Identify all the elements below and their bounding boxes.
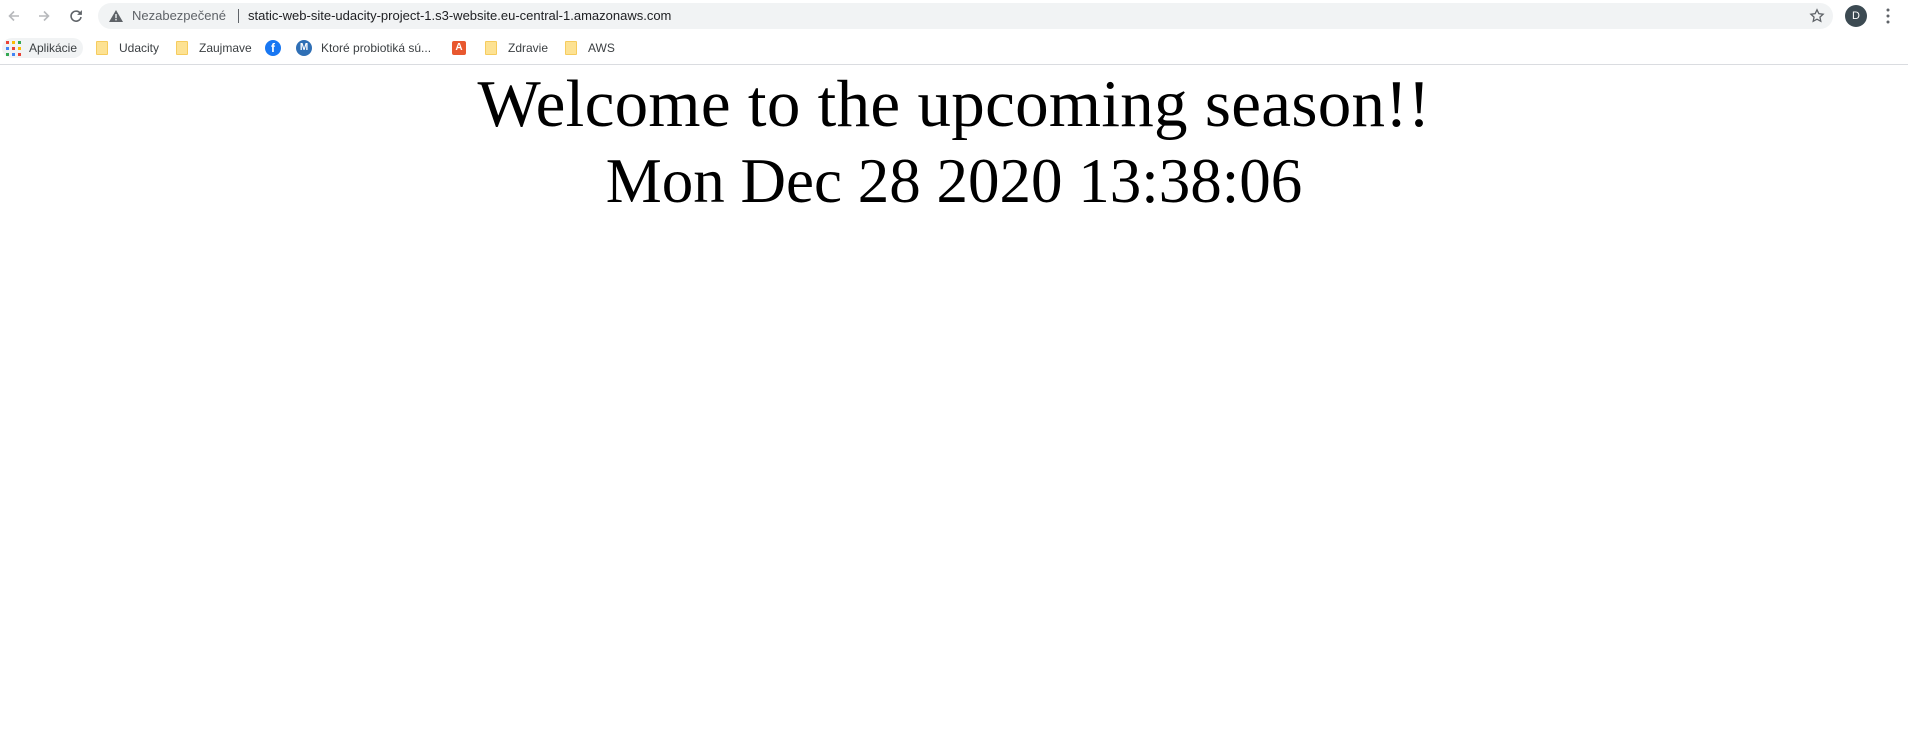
bookmark-apps[interactable]: Aplikácie <box>2 38 84 58</box>
profile-avatar[interactable]: D <box>1845 5 1867 27</box>
a-site-icon: A <box>452 41 466 55</box>
bookmark-label: AWS <box>588 41 615 55</box>
bookmark-zaujmave[interactable]: Zaujmave <box>174 38 252 58</box>
address-bar[interactable]: Nezabezpečené static-web-site-udacity-pr… <box>98 3 1833 29</box>
bookmark-aws[interactable]: AWS <box>563 38 615 58</box>
facebook-icon: f <box>265 40 281 56</box>
bookmarks-bar: Aplikácie Udacity Zaujmave f M Ktoré pro… <box>0 32 1908 65</box>
reload-button[interactable] <box>64 4 88 28</box>
back-button[interactable] <box>2 4 26 28</box>
folder-icon <box>565 41 577 55</box>
folder-icon <box>96 41 108 55</box>
page-content: Welcome to the upcoming season!! Mon Dec… <box>0 65 1908 219</box>
arrow-left-icon <box>8 10 19 22</box>
bookmark-facebook[interactable]: f <box>265 38 290 58</box>
arrow-right-icon <box>39 10 50 22</box>
m-site-icon: M <box>296 40 312 56</box>
security-status-label[interactable]: Nezabezpečené <box>132 8 226 24</box>
bookmark-label: Zaujmave <box>199 41 252 55</box>
bookmark-label: Zdravie <box>508 41 549 55</box>
apps-grid-icon <box>6 41 21 56</box>
more-menu-icon[interactable] <box>1880 6 1896 26</box>
bookmark-a-site[interactable]: A <box>452 38 475 58</box>
bookmark-udacity[interactable]: Udacity <box>94 38 159 58</box>
bookmark-zdravie[interactable]: Zdravie <box>483 38 548 58</box>
browser-toolbar: Nezabezpečené static-web-site-udacity-pr… <box>0 0 1908 32</box>
forward-button[interactable] <box>32 4 56 28</box>
bookmark-probiotika[interactable]: M Ktoré probiotiká sú... <box>296 38 431 58</box>
bookmark-label: Aplikácie <box>29 41 78 55</box>
url-text[interactable]: static-web-site-udacity-project-1.s3-web… <box>248 8 671 24</box>
page-headline: Welcome to the upcoming season!! <box>477 67 1431 141</box>
date-time-display: Mon Dec 28 2020 13:38:06 <box>605 146 1303 216</box>
bookmark-star-icon[interactable] <box>1809 8 1825 24</box>
bookmark-label: Udacity <box>119 41 160 55</box>
warning-icon[interactable] <box>108 8 124 24</box>
reload-icon <box>70 10 82 22</box>
separator <box>238 9 239 23</box>
folder-icon <box>176 41 188 55</box>
bookmark-label: Ktoré probiotiká sú... <box>321 41 432 55</box>
folder-icon <box>485 41 497 55</box>
